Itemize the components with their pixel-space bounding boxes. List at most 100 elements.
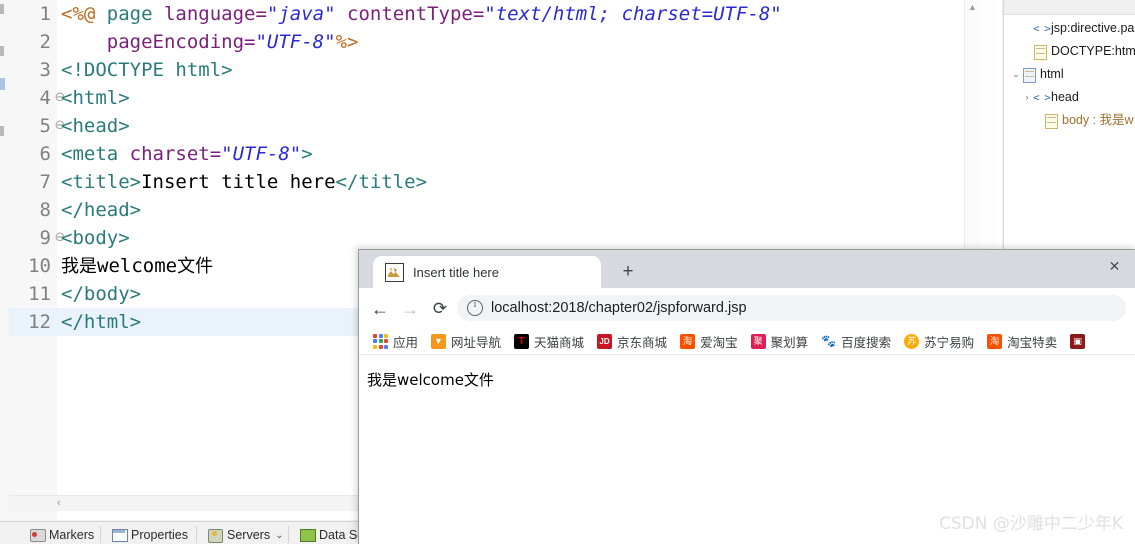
code-token: </title>	[335, 171, 428, 193]
tab-separator	[288, 526, 289, 543]
properties-icon	[112, 528, 128, 542]
code-line[interactable]: 1 <%@ page language="java" contentType="t…	[9, 0, 1002, 28]
bookmark-item[interactable]: 淘爱淘宝	[680, 332, 738, 351]
line-number: 7	[39, 171, 51, 193]
bookmark-label: 应用	[393, 335, 419, 350]
code-line[interactable]: 4 ⊖ <html>	[9, 84, 1002, 112]
code-token: pageEncoding=	[106, 31, 256, 53]
line-number: 12	[28, 311, 51, 333]
code-token: <title>	[61, 171, 142, 193]
doctype-icon	[1033, 44, 1048, 61]
outline-node[interactable]: < > jsp:directive.pag	[1004, 17, 1135, 40]
browser-tab[interactable]: Insert title here	[373, 256, 601, 288]
code-line[interactable]: 9 ⊖ <body>	[9, 224, 1002, 252]
apps-grid-dot	[373, 339, 377, 343]
code-token: "text/html; charset=UTF-8"	[484, 3, 782, 25]
code-token: 我是	[61, 256, 97, 277]
scroll-left-arrow-icon[interactable]: ‹	[57, 496, 61, 511]
bottom-view-tab-label: Markers	[49, 528, 95, 542]
bookmark-item[interactable]: ▣	[1070, 333, 1090, 349]
chrome-toolbar: ← → ⟳ localhost:2018/chapter02/jspforwar…	[359, 288, 1135, 328]
forward-button-icon[interactable]: →	[399, 298, 421, 320]
bookmark-item[interactable]: JD 京东商城	[597, 332, 667, 351]
code-line[interactable]: 3 <!DOCTYPE html>	[9, 56, 1002, 84]
code-token: <!DOCTYPE html>	[61, 59, 233, 81]
outline-node[interactable]: body : 我是w	[1004, 109, 1135, 132]
code-line[interactable]: 7 <title>Insert title here</title>	[9, 168, 1002, 196]
bottom-view-tab[interactable]: Servers ⌄	[208, 525, 283, 544]
broken-image-icon	[385, 262, 404, 282]
html-doc-icon	[1022, 67, 1037, 84]
info-circle-icon[interactable]	[467, 299, 483, 316]
bookmark-item[interactable]: 苏苏宁易购	[904, 332, 974, 351]
page-body-text: 我是welcome文件	[367, 371, 494, 389]
tab-separator	[196, 526, 197, 543]
chevron-down-icon[interactable]: ⌄	[275, 530, 283, 541]
bottom-view-tab[interactable]: Properties	[112, 525, 188, 544]
bookmark-item[interactable]: T 天猫商城	[514, 332, 584, 351]
bookmarks-bar: 应用 ▼ 网址导航 T 天猫商城 JD 京东商城淘爱淘宝聚聚划算 🐾 百度搜索苏苏宁易购淘淘宝特…	[359, 328, 1135, 355]
bookmark-label: 爱淘宝	[700, 335, 738, 350]
code-line[interactable]: 2 pageEncoding="UTF-8"%>	[9, 28, 1002, 56]
code-token: 文件	[177, 256, 214, 277]
line-number: 6	[39, 143, 51, 165]
code-token: >	[301, 143, 313, 165]
outline-node-label: head	[1051, 90, 1079, 105]
scroll-up-arrow-icon[interactable]: ▲	[965, 2, 980, 12]
line-number: 5	[39, 115, 51, 137]
outline-node[interactable]: › < > head	[1004, 86, 1135, 109]
line-number: 11	[28, 283, 51, 305]
code-line[interactable]: 8 </head>	[9, 196, 1002, 224]
apps-grid-dot	[378, 333, 383, 338]
hao123-icon: ▼	[431, 333, 447, 349]
apps-grid-dot	[384, 344, 388, 349]
outline-node[interactable]: ⌄ html	[1004, 63, 1135, 86]
code-token: "java"	[266, 3, 336, 25]
code-line-text: 我是welcome文件	[61, 252, 213, 281]
outline-twisty-icon[interactable]: ›	[1021, 86, 1033, 109]
apps-grid-dot	[384, 333, 388, 338]
code-line[interactable]: 6 <meta charset="UTF-8">	[9, 140, 1002, 168]
tmall-icon: T	[514, 333, 530, 349]
code-line-text: pageEncoding="UTF-8"%>	[61, 28, 359, 56]
outline-node-label: jsp:directive.pag	[1051, 21, 1135, 36]
outline-view-header	[1004, 0, 1135, 15]
line-number: 3	[39, 59, 51, 81]
code-line[interactable]: 5 ⊖ <head>	[9, 112, 1002, 140]
code-token: <body>	[61, 227, 130, 249]
back-button-icon[interactable]: ←	[369, 298, 391, 320]
new-tab-button[interactable]: +	[617, 261, 639, 283]
bookmark-item[interactable]: 聚聚划算	[750, 332, 809, 351]
line-number: 10	[28, 255, 51, 277]
code-line-text: <meta charset="UTF-8">	[61, 140, 313, 168]
data-source-icon	[300, 528, 316, 542]
bookmark-item[interactable]: 淘淘宝特卖	[987, 332, 1057, 351]
angle-brackets-icon: < >	[1033, 91, 1051, 105]
bookmark-label: 天猫商城	[534, 335, 585, 350]
bookmark-item[interactable]: 应用	[373, 332, 418, 351]
browser-tab-title: Insert title here	[413, 264, 499, 280]
bookmark-item[interactable]: ▼ 网址导航	[431, 332, 501, 351]
reload-button-icon[interactable]: ⟳	[429, 298, 451, 320]
bookmark-label: 聚划算	[770, 335, 809, 350]
code-token: "UTF-8"	[221, 143, 302, 165]
annotation-marker-selected	[0, 78, 5, 90]
code-token: page	[106, 3, 164, 25]
outline-tree[interactable]: < > jsp:directive.pag DOCTYPE:html ⌄ html › < …	[1004, 17, 1135, 132]
tab-close-icon[interactable]: ✕	[1107, 259, 1122, 274]
code-token: <html>	[61, 87, 130, 109]
outline-twisty-icon[interactable]: ⌄	[1010, 63, 1022, 86]
bottom-view-tab[interactable]: Markers	[30, 525, 94, 544]
code-line-text: </head>	[61, 196, 141, 224]
screenshot-root: 1 <%@ page language="java" contentType="t…	[0, 0, 1135, 544]
bookmark-item[interactable]: 🐾 百度搜索	[821, 332, 891, 351]
code-line-text: <body>	[61, 224, 130, 252]
code-token: Insert title here	[141, 171, 336, 193]
address-bar[interactable]: localhost:2018/chapter02/jspforward.jsp	[457, 295, 1126, 321]
apps-grid-dot	[378, 339, 383, 343]
code-token: </html>	[61, 311, 142, 333]
outline-node[interactable]: DOCTYPE:html	[1004, 40, 1135, 63]
line-number: 4	[39, 87, 51, 109]
chrome-tab-strip: Insert title here ✕ +	[359, 250, 1135, 288]
